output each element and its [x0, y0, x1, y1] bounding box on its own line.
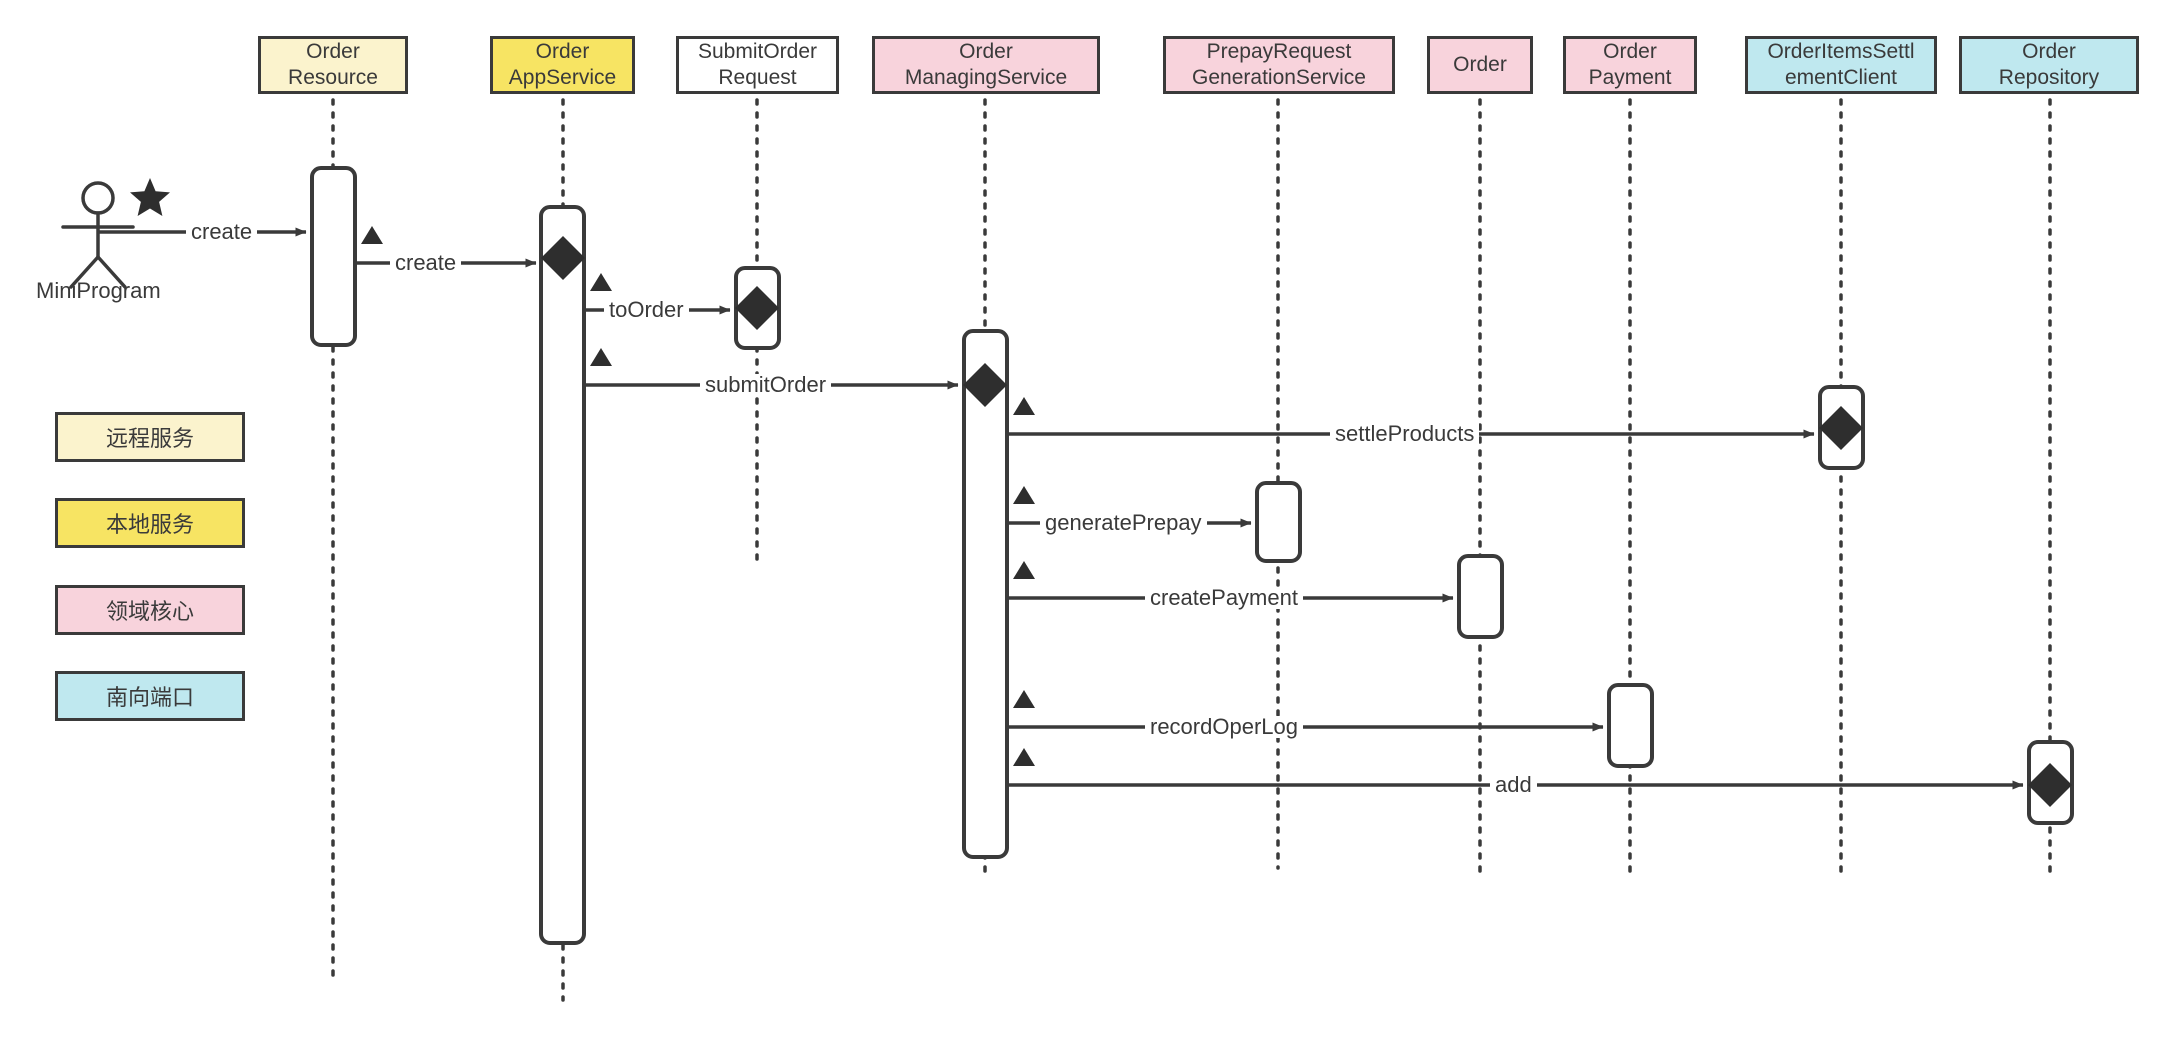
- activation-order-payment: [1607, 683, 1654, 768]
- activation-order: [1457, 554, 1504, 639]
- triangle-resource-create: [361, 226, 383, 244]
- triangle-mgr-settleproducts: [1013, 397, 1035, 415]
- message-label-generateprepay: generatePrepay: [1040, 512, 1207, 534]
- participant-header-submitorder-request[interactable]: SubmitOrder Request: [676, 36, 839, 94]
- message-label-create-actor: create: [186, 221, 258, 243]
- activation-bars: [310, 166, 2074, 945]
- triangle-app-submitorder: [590, 348, 612, 366]
- legend-label: 远程服务: [105, 426, 194, 451]
- participant-name-line1: PrepayRequest: [1206, 40, 1352, 63]
- participant-name-line2: Payment: [1588, 66, 1672, 89]
- legend-item-remote-service: 远程服务: [55, 412, 245, 462]
- participant-name-line1: Order: [306, 40, 360, 63]
- participant-name-line2: Repository: [1998, 66, 2100, 89]
- legend-label: 南向端口: [105, 685, 194, 710]
- participant-header-order-managingservice[interactable]: Order ManagingService: [872, 36, 1100, 94]
- return-triangles: [361, 226, 1035, 766]
- legend-label: 领域核心: [105, 599, 194, 624]
- triangle-mgr-generateprepay: [1013, 486, 1035, 504]
- message-label-create-appservice: create: [390, 252, 462, 274]
- participant-name-line2: Resource: [288, 66, 378, 89]
- message-label-settleproducts: settleProducts: [1330, 423, 1480, 445]
- actor-label: MiniProgram: [36, 278, 161, 303]
- message-label-createpayment: createPayment: [1145, 587, 1303, 609]
- activation-order-resource: [310, 166, 357, 347]
- participant-name-line2: AppService: [508, 66, 617, 89]
- triangle-app-toorder: [590, 273, 612, 291]
- triangle-mgr-add: [1013, 748, 1035, 766]
- participant-name-line1: Order: [535, 40, 590, 63]
- participant-header-prepayrequest-gen[interactable]: PrepayRequest GenerationService: [1163, 36, 1395, 94]
- participant-header-order-repository[interactable]: Order Repository: [1959, 36, 2139, 94]
- participant-name-line1: Order: [959, 40, 1013, 63]
- participant-name-line1: Order: [1603, 40, 1657, 63]
- triangle-mgr-recordoperlog: [1013, 690, 1035, 708]
- participant-name-line1: OrderItemsSettl: [1767, 40, 1915, 63]
- participant-name-line1: Order: [1453, 53, 1507, 76]
- legend-label: 本地服务: [105, 512, 194, 537]
- message-label-add: add: [1490, 774, 1537, 796]
- activation-order-appservice: [539, 205, 586, 945]
- participant-header-order[interactable]: Order: [1427, 36, 1533, 94]
- sequence-diagram-canvas: Order Resource Order AppService SubmitOr…: [0, 0, 2160, 1054]
- star-icon: [130, 178, 170, 216]
- actor-stick-figure: [61, 181, 135, 289]
- message-arrows: [98, 227, 2024, 790]
- activation-prepayrequest-gen: [1255, 481, 1302, 563]
- participant-name-line1: SubmitOrder: [697, 40, 818, 63]
- activation-order-managingservice: [962, 329, 1009, 859]
- legend-item-local-service: 本地服务: [55, 498, 245, 548]
- message-label-recordoperlog: recordOperLog: [1145, 716, 1303, 738]
- participant-name-line1: Order: [2022, 40, 2076, 63]
- participant-name-line2: ManagingService: [904, 66, 1068, 89]
- message-label-toorder: toOrder: [604, 299, 689, 321]
- participant-header-order-payment[interactable]: Order Payment: [1563, 36, 1697, 94]
- message-label-submitorder: submitOrder: [700, 374, 832, 396]
- legend-item-south-port: 南向端口: [55, 671, 245, 721]
- legend-item-domain-core: 领域核心: [55, 585, 245, 635]
- triangle-mgr-createpayment: [1013, 561, 1035, 579]
- lifelines: [331, 98, 2052, 1002]
- participant-header-orderitems-settlement[interactable]: OrderItemsSettl ementClient: [1745, 36, 1937, 94]
- participant-name-line2: Request: [718, 66, 797, 89]
- participant-name-line2: ementClient: [1784, 66, 1898, 89]
- participant-header-order-resource[interactable]: Order Resource: [258, 36, 408, 94]
- participant-header-order-appservice[interactable]: Order AppService: [490, 36, 635, 94]
- participant-name-line2: GenerationService: [1192, 66, 1366, 89]
